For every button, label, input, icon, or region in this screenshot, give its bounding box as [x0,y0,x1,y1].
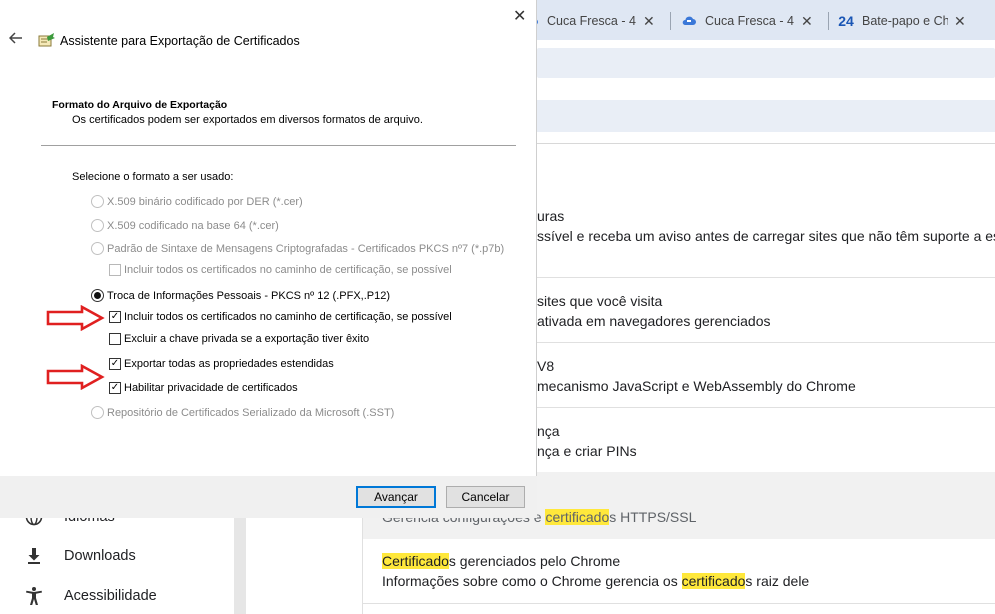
close-tab-icon[interactable]: ✕ [643,13,655,30]
divider [362,603,995,604]
checkbox-label: Exportar todas as propriedades estendida… [124,358,334,370]
cancel-button[interactable]: Cancelar [446,486,525,508]
checkbox-label: Habilitar privacidade de certificados [124,382,298,394]
download-icon [24,546,44,566]
close-icon[interactable]: ✕ [513,6,526,26]
section-title: Formato do Arquivo de Exportação [52,99,228,111]
checkbox-label: Incluir todos os certificados no caminho… [124,264,452,276]
radio-button[interactable] [91,242,104,255]
browser-tab[interactable]: 24 Bate-papo e Cha ✕ [838,8,966,34]
setting-title: nça [537,423,560,439]
tab-divider [828,12,829,30]
close-tab-icon[interactable]: ✕ [801,13,813,30]
radio-button[interactable] [91,195,104,208]
checkbox-pfx-export-props[interactable]: ✓ Exportar todas as propriedades estendi… [109,358,334,370]
chrome-certificates-title[interactable]: Certificados gerenciados pelo Chrome [382,553,620,569]
radio-label: Padrão de Sintaxe de Mensagens Criptogra… [107,242,505,255]
checkbox-pfx-privacy[interactable]: ✓ Habilitar privacidade de certificados [109,382,298,394]
accessibility-icon [24,586,44,606]
checkbox-label: Excluir a chave privada se a exportação … [124,333,370,345]
tab-favicon: 24 [838,13,854,29]
red-arrow-annotation [46,305,105,331]
format-prompt: Selecione o formato a ser usado: [72,171,234,183]
sidebar-item-acessibilidade[interactable]: Acessibilidade [24,586,157,606]
settings-search-bar[interactable] [537,100,995,132]
section-description: Os certificados podem ser exportados em … [72,114,423,126]
radio-button[interactable] [91,219,104,232]
radio-label: Repositório de Certificados Serializado … [107,406,395,419]
next-button[interactable]: Avançar [356,486,436,508]
tab-title: Cuca Fresca - 4.4 [547,14,637,28]
tab-title: Bate-papo e Cha [862,14,948,28]
checkbox-pkcs7-include[interactable]: Incluir todos os certificados no caminho… [109,264,452,276]
checkbox-pfx-delete-key[interactable]: Excluir a chave privada se a exportação … [109,333,369,345]
address-bar[interactable] [537,48,995,78]
radio-base64[interactable]: X.509 codificado na base 64 (*.cer) [91,219,279,232]
setting-title: uras [537,208,565,224]
setting-desc: mecanismo JavaScript e WebAssembly do Ch… [537,378,856,394]
divider [537,143,995,144]
sidebar-item-downloads[interactable]: Downloads [24,546,136,566]
setting-title: V8 [537,358,555,374]
setting-title: sites que você visita [537,293,663,309]
divider [41,145,516,146]
checkbox-pfx-include[interactable]: ✓ Incluir todos os certificados no camin… [109,311,452,323]
radio-pkcs7[interactable]: Padrão de Sintaxe de Mensagens Criptogra… [91,242,504,255]
radio-sst[interactable]: Repositório de Certificados Serializado … [91,406,394,419]
certificate-wizard-icon [38,31,56,49]
certificate-export-dialog [0,0,537,518]
divider [537,407,995,408]
browser-tab[interactable]: Cuca Fresca - 4.4 ✕ [523,8,655,34]
radio-pfx[interactable]: Troca de Informações Pessoais - PKCS nº … [91,289,390,302]
divider [537,277,995,278]
radio-button[interactable] [91,289,104,302]
sidebar-item-label: Downloads [64,548,136,564]
back-arrow-icon[interactable] [8,31,23,48]
checkbox[interactable]: ✓ [109,382,121,394]
cloud-icon [681,13,697,29]
radio-der[interactable]: X.509 binário codificado por DER (*.cer) [91,195,303,208]
checkbox[interactable]: ✓ [109,358,121,370]
browser-tab[interactable]: Cuca Fresca - 4.4 ✕ [681,8,813,34]
tab-title: Cuca Fresca - 4.4 [705,14,795,28]
radio-label: X.509 codificado na base 64 (*.cer) [107,219,279,232]
checkbox[interactable]: ✓ [109,311,121,323]
setting-desc: ativada em navegadores gerenciados [537,313,771,329]
close-tab-icon[interactable]: ✕ [954,13,966,30]
checkbox[interactable] [109,264,121,276]
red-arrow-annotation [46,364,105,390]
tab-divider [670,12,671,30]
dialog-title: Assistente para Exportação de Certificad… [60,34,300,48]
radio-button[interactable] [91,406,104,419]
checkbox[interactable] [109,333,121,345]
setting-desc: ssível e receba um aviso antes de carreg… [537,228,995,244]
radio-label: X.509 binário codificado por DER (*.cer) [107,195,303,208]
chrome-certificates-desc: Informações sobre como o Chrome gerencia… [382,573,810,589]
radio-label: Troca de Informações Pessoais - PKCS nº … [107,289,391,302]
divider [537,342,995,343]
sidebar-item-label: Acessibilidade [64,588,157,604]
checkbox-label: Incluir todos os certificados no caminho… [124,311,452,323]
setting-desc: nça e criar PINs [537,443,637,459]
